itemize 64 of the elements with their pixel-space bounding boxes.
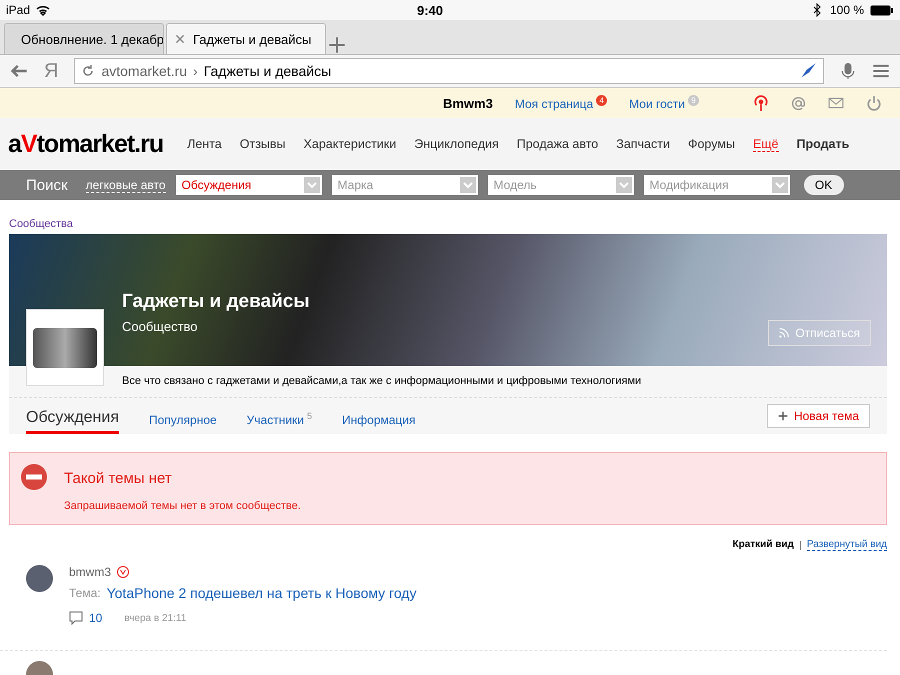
username: Bmwm3 [442, 96, 493, 110]
user-link[interactable]: Моя страница [514, 97, 594, 111]
count-badge: 4 [596, 95, 608, 106]
plus-icon [778, 411, 788, 421]
comment-count[interactable]: 10 [89, 611, 102, 625]
community-tab[interactable]: Популярное [148, 413, 217, 434]
new-topic-button[interactable]: Новая тема [766, 404, 870, 428]
community-title: Гаджеты и девайсы [122, 291, 310, 313]
community-tab[interactable]: Участники $^{5}$ [246, 411, 312, 434]
broadcast-icon[interactable] [753, 95, 769, 111]
microphone-icon[interactable] [840, 61, 856, 81]
category-link[interactable]: легковые авто [86, 178, 166, 192]
device-name: iPad [6, 3, 30, 17]
nav-link[interactable]: Лента [187, 137, 222, 151]
no-entry-icon [20, 463, 48, 491]
power-icon[interactable] [866, 95, 882, 111]
wifi-icon [36, 3, 50, 17]
nav-link[interactable]: Характеристики [304, 137, 396, 151]
battery-icon [870, 4, 894, 16]
select-field[interactable]: Обсуждения [176, 175, 322, 195]
user-link[interactable]: Мои гости [629, 97, 685, 111]
nav-link[interactable]: Энциклопедия [414, 137, 499, 151]
dropdown-icon [616, 177, 632, 193]
reload-icon [81, 64, 96, 78]
nav-link[interactable]: Запчасти [616, 137, 670, 151]
post-time: вчера в 21:11 [124, 612, 186, 624]
yandex-logo[interactable]: Я [44, 60, 58, 82]
view-toggle-link[interactable]: Развернутый вид [806, 539, 887, 551]
rocket-icon [799, 62, 817, 80]
clock: 9:40 [416, 2, 444, 18]
dropdown-icon [304, 177, 320, 193]
menu-icon[interactable] [872, 62, 890, 80]
ok-button[interactable]: OK [804, 175, 844, 195]
address-field[interactable]: avtomarket.ru › Гаджеты и девайсы [74, 58, 824, 84]
nav-link[interactable]: Продать [796, 137, 850, 151]
site-logo[interactable]: aVtomarket.ru [8, 130, 164, 158]
rss-icon [779, 328, 790, 338]
view-toggle-link[interactable]: Краткий вид [732, 539, 794, 551]
error-text: Запрашиваемой темы нет в этом сообществе. [64, 500, 302, 514]
community-tab[interactable]: Обсуждения [26, 409, 119, 434]
mail-icon[interactable] [828, 95, 844, 111]
back-arrow-icon[interactable] [10, 62, 28, 80]
dropdown-icon [460, 177, 476, 193]
nav-link[interactable]: Отзывы [240, 137, 286, 151]
close-icon [175, 34, 185, 44]
topic-label: Тема: [69, 586, 101, 600]
community-subtitle: Сообщество [122, 319, 199, 334]
dropdown-icon [772, 177, 788, 193]
error-title: Такой темы нет [64, 470, 173, 487]
community-description: Все что связано с гаджетами и девайсами,а так же с информационными и цифровыми технологиями [122, 375, 642, 387]
user-avatar[interactable] [26, 565, 53, 592]
browser-tab[interactable]: Гаджеты и девайсы [166, 23, 326, 54]
community-tab[interactable]: Информация [342, 413, 416, 434]
battery-level: 100 % [830, 3, 864, 17]
post-author[interactable]: bmwm3 [69, 565, 112, 579]
at-sign-icon[interactable] [791, 96, 806, 110]
nav-link[interactable]: Продажа авто [516, 137, 598, 151]
search-title: Поиск [26, 176, 68, 194]
topic-link[interactable]: YotaPhone 2 подешевел на треть к Новому году [106, 585, 416, 601]
verified-badge-icon [117, 566, 130, 578]
nav-link[interactable]: Форумы [688, 137, 735, 151]
plus-icon[interactable] [328, 36, 346, 54]
comment-icon[interactable] [69, 611, 83, 625]
breadcrumb-link[interactable]: Сообщества [9, 218, 73, 230]
